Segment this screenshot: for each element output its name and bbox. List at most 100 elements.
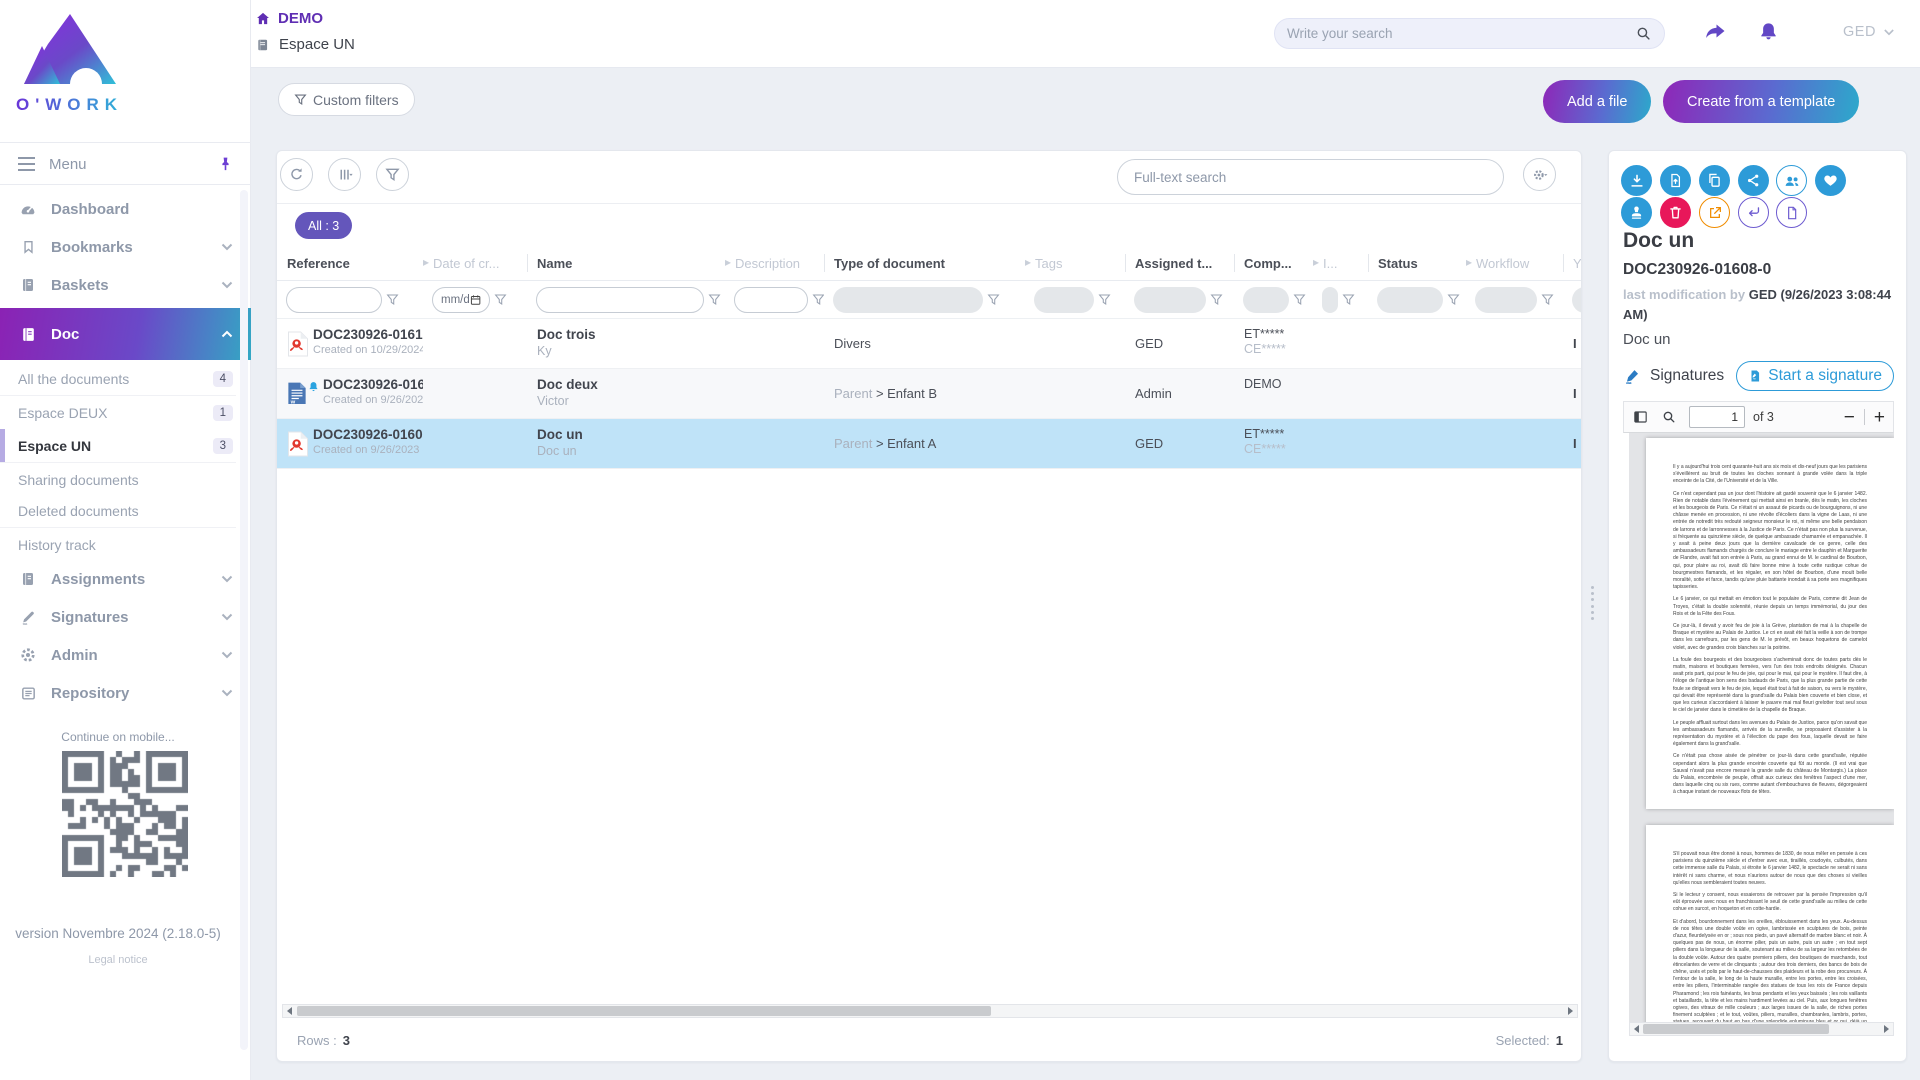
duplicate-button[interactable] [1699,165,1730,196]
page-number-input[interactable] [1689,406,1745,428]
filter-funnel-icon[interactable] [1210,293,1223,306]
filter-input-company[interactable] [1243,287,1289,313]
column-header-type[interactable]: Type of document [824,246,1025,280]
zoom-in-button[interactable]: + [1874,408,1885,427]
refresh-button[interactable] [280,158,313,191]
filter-funnel-icon[interactable] [1293,293,1306,306]
filter-button[interactable] [376,158,409,191]
scrollbar-thumb[interactable] [1643,1024,1829,1034]
table-row-doc-trois[interactable]: DOC230926-01610-3 Created on 10/29/2024 … [277,319,1582,369]
filter-funnel-icon[interactable] [987,293,1000,306]
column-header-name[interactable]: Name [527,246,725,280]
filter-input-date[interactable]: mm/d [432,287,490,313]
sidebar-subitem-deleted-documents[interactable]: Deleted documents [0,494,251,527]
sidebar-menu-toggle[interactable]: Menu [0,144,251,184]
filter-funnel-icon[interactable] [1447,293,1460,306]
sidebar-subitem-sharing-documents[interactable]: Sharing documents [0,463,251,496]
sidebar-item-assignments[interactable]: Assignments [0,560,251,598]
stamp-button[interactable] [1621,197,1652,228]
panel-resize-handle[interactable] [1589,586,1595,620]
share-icon[interactable] [1703,20,1728,44]
viewer-search-icon[interactable] [1661,409,1677,425]
sidebar-subitem-espace-deux[interactable]: Espace DEUX 1 [0,396,251,429]
assign-users-button[interactable] [1776,165,1807,196]
filter-chip-all[interactable]: All : 3 [295,212,352,239]
filter-input-name[interactable] [536,287,704,313]
delete-button[interactable] [1660,197,1691,228]
column-header-workflow[interactable]: ▸Workflow [1466,246,1563,280]
column-header-tags[interactable]: ▸Tags [1025,246,1125,280]
filter-funnel-icon[interactable] [1541,293,1554,306]
filter-input-tags[interactable] [1034,287,1094,313]
breadcrumb-root[interactable]: DEMO [255,10,323,27]
sidebar-subitem-history-track[interactable]: History track [0,528,251,561]
sidebar-subitem-espace-un[interactable]: Espace UN 3 [0,429,251,462]
table-row-doc-un-selected[interactable]: DOC230926-01608-0 Created on 9/26/2023 3… [277,419,1582,469]
add-file-button[interactable]: Add a file [1543,80,1651,123]
filter-funnel-icon[interactable] [812,293,824,306]
filter-input-workflow[interactable] [1475,287,1537,313]
column-header-reference[interactable]: Reference [277,246,423,280]
table-horizontal-scrollbar[interactable] [282,1004,1578,1018]
notifications-bell-icon[interactable] [1757,20,1780,44]
scroll-left-arrow[interactable] [283,1005,296,1017]
filter-funnel-icon[interactable] [708,293,721,306]
table-settings-button[interactable] [1523,158,1556,191]
sidebar-item-dashboard[interactable]: Dashboard [0,190,251,228]
owork-logo[interactable]: O'WORK [12,6,142,128]
start-signature-button[interactable]: Start a signature [1736,361,1894,391]
custom-filters-button[interactable]: Custom filters [278,83,415,116]
return-button[interactable] [1738,197,1769,228]
sidebar-item-admin[interactable]: Admin [0,636,251,674]
favorite-button[interactable] [1815,165,1846,196]
sidebar-item-signatures[interactable]: Signatures [0,598,251,636]
table-row-doc-deux[interactable]: w DOC230926-01609-0 Created on 9/26/2023… [277,369,1582,419]
filter-input-reference[interactable] [286,287,382,313]
filter-funnel-icon[interactable] [494,293,507,306]
open-external-button[interactable] [1699,197,1730,228]
breadcrumb-page[interactable]: Espace UN [256,36,355,53]
sidebar-item-bookmarks[interactable]: Bookmarks [0,228,251,266]
download-button[interactable] [1621,165,1652,196]
filter-input-status[interactable] [1377,287,1443,313]
column-header-assigned[interactable]: Assigned t... [1125,246,1234,280]
zoom-out-button[interactable]: − [1844,408,1855,427]
chevron-up-icon [221,330,233,338]
column-header-y[interactable]: Y... [1563,246,1582,280]
search-icon[interactable] [1635,25,1652,42]
global-search-input[interactable] [1287,26,1635,41]
scroll-right-arrow[interactable] [1564,1005,1577,1017]
filter-input-y[interactable] [1572,287,1582,313]
scroll-right-arrow[interactable] [1880,1023,1893,1035]
sidebar-scrollbar[interactable] [240,190,248,1050]
upload-version-button[interactable] [1660,165,1691,196]
sidebar-item-baskets[interactable]: Baskets [0,266,251,304]
share-button[interactable] [1738,165,1769,196]
filter-input-assigned[interactable] [1134,287,1206,313]
properties-button[interactable] [1776,197,1807,228]
sidebar-subitem-all-documents[interactable]: All the documents 4 [0,362,251,395]
filter-funnel-icon[interactable] [386,293,399,306]
filter-funnel-icon[interactable] [1098,293,1111,306]
sidebar-item-repository[interactable]: Repository [0,674,251,712]
fulltext-search-input[interactable] [1117,159,1504,195]
viewer-horizontal-scrollbar[interactable] [1629,1022,1894,1036]
column-header-date[interactable]: ▸Date of cr... [423,246,527,280]
scrollbar-thumb[interactable] [297,1006,991,1016]
filter-input-description[interactable] [734,287,808,313]
sidebar-toggle-icon[interactable] [1632,409,1649,425]
column-header-description[interactable]: ▸Description [725,246,824,280]
create-from-template-button[interactable]: Create from a template [1663,80,1859,123]
user-menu[interactable]: GED [1843,24,1894,40]
pin-icon[interactable] [218,156,233,173]
column-header-status[interactable]: Status [1368,246,1466,280]
column-header-i[interactable]: ▸I... [1313,246,1368,280]
sidebar-item-doc[interactable]: Doc [0,308,251,360]
filter-funnel-icon[interactable] [1342,293,1355,306]
filter-input-type[interactable] [833,287,983,313]
columns-button[interactable] [328,158,361,191]
scroll-left-arrow[interactable] [1630,1023,1643,1035]
filter-input-i[interactable] [1322,287,1338,313]
column-header-company[interactable]: Comp... [1234,246,1313,280]
legal-notice-link[interactable]: Legal notice [0,954,236,966]
